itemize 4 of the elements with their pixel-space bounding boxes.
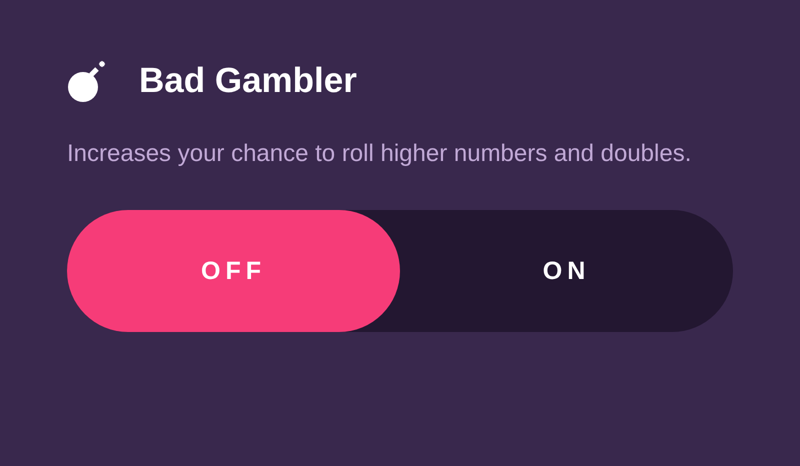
toggle-option[interactable]: ON <box>400 210 733 332</box>
title: Bad Gambler <box>139 61 357 101</box>
description: Increases your chance to roll higher numbers and doubles. <box>67 139 692 169</box>
toggle-option[interactable]: OFF <box>67 210 400 332</box>
